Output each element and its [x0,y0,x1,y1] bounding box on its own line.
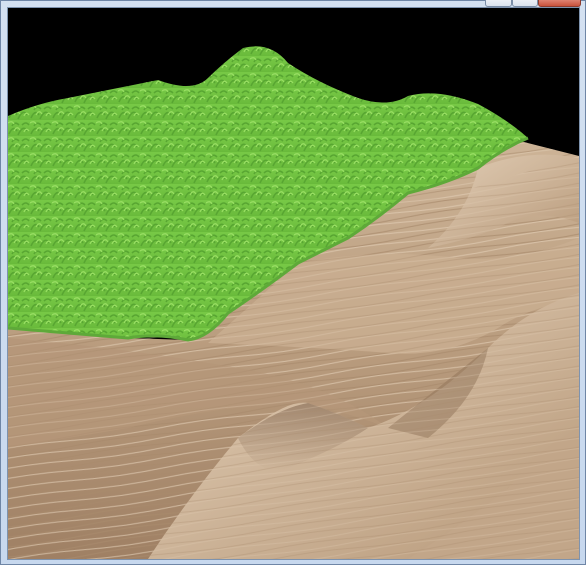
render-viewport[interactable] [8,8,579,559]
maximize-button[interactable] [512,0,538,7]
close-button[interactable] [538,0,581,7]
minimize-button[interactable] [485,0,512,7]
terrain-canvas [8,46,579,559]
title-bar[interactable] [1,0,585,8]
app-window [0,0,586,565]
